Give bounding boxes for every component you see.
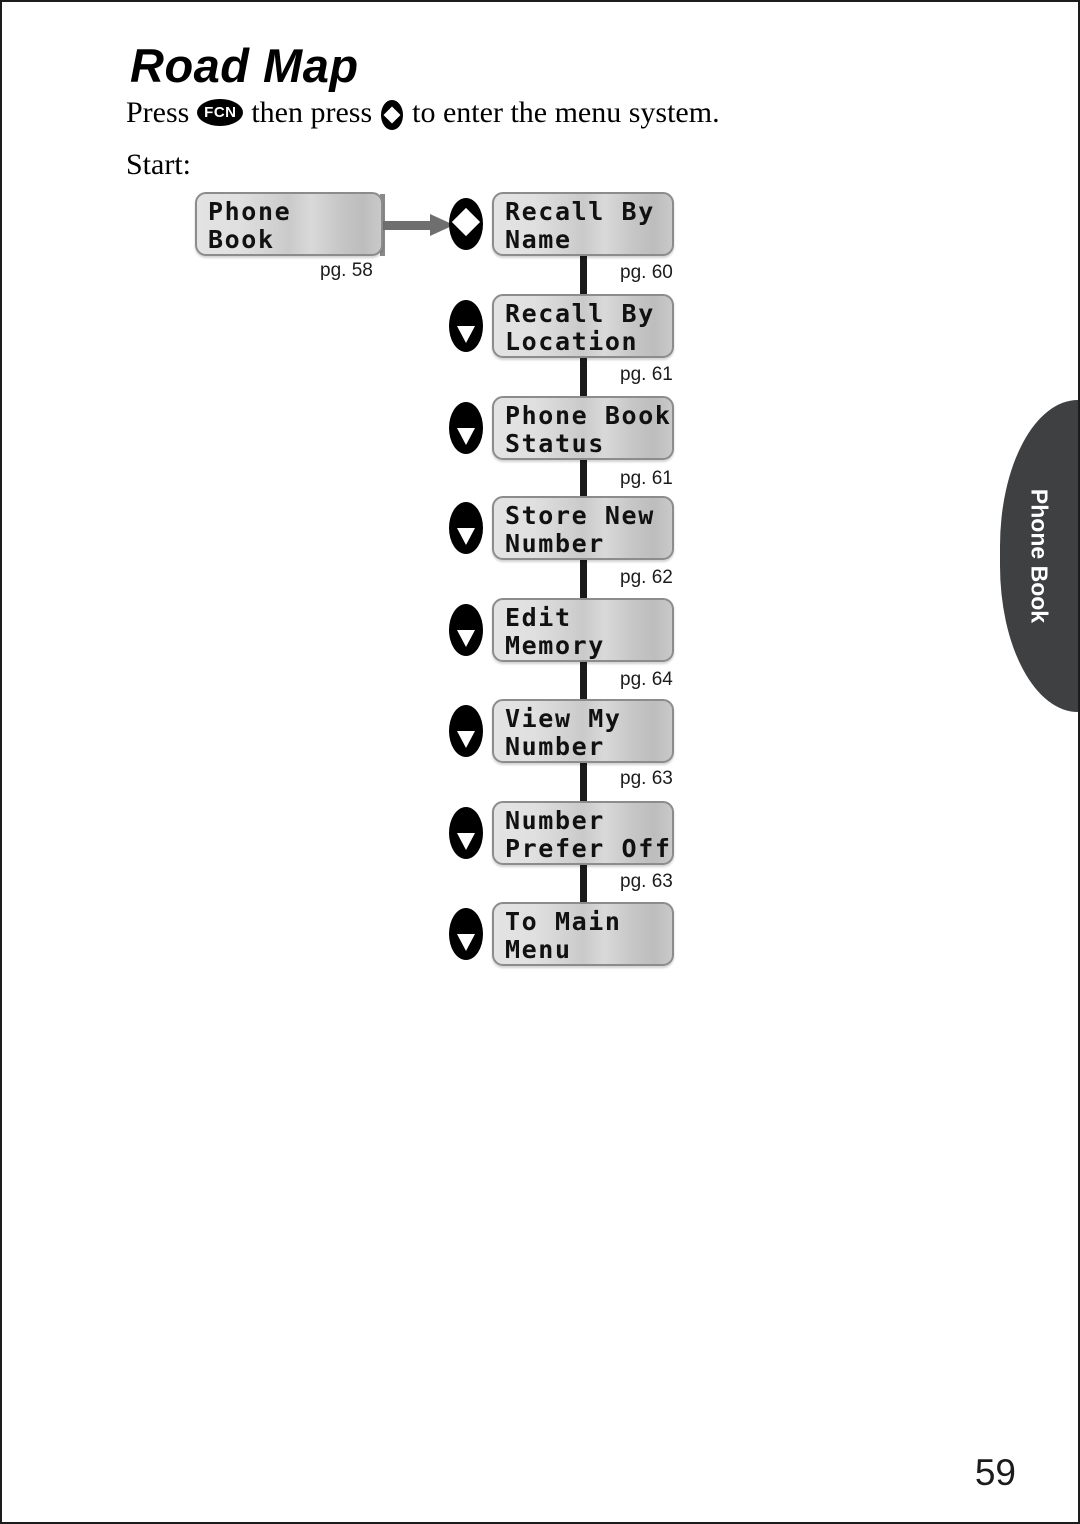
lcd-line-2-text: Location [505,327,639,356]
page-ref-start: pg. 58 [320,260,373,281]
nav-key-down[interactable] [449,908,483,960]
nav-key-diamond[interactable] [449,198,483,250]
book-icon [350,228,372,250]
page-ref-phone-book-status: pg. 61 [620,468,673,489]
instruction-suffix: to enter the menu system. [412,96,720,129]
page-ref-recall-by-location: pg. 61 [620,364,673,385]
lcd-line-1: Edit [505,603,572,632]
start-label: Start: [126,148,191,181]
lcd-line-2: Menu [505,936,663,964]
lcd-screen-store-new-number: Store New Number [492,496,674,560]
nav-key-down[interactable] [449,502,483,554]
nav-key-down[interactable] [449,300,483,352]
lcd-screen-to-main-menu: To Main Menu [492,902,674,966]
book-icon [641,330,663,352]
diamond-key-icon[interactable] [381,100,404,130]
flow-arrow-icon [382,214,454,236]
page-ref-edit-memory: pg. 64 [620,669,673,690]
fcn-key-icon[interactable]: FCN [197,98,244,126]
lcd-screen-phone-book-status: Phone Book Status [492,396,674,460]
lcd-line-2-text: Book [208,225,275,254]
page-ref-recall-by-name: pg. 60 [620,262,673,283]
lcd-line-2: Book [208,226,372,254]
lcd-screen-edit-memory: Edit Memory [492,598,674,662]
page-ref-view-my-number: pg. 63 [620,768,673,789]
nav-key-down[interactable] [449,807,483,859]
lcd-screen-view-my-number: View My Number [492,699,674,763]
lcd-line-1: Number [505,806,605,835]
book-icon [641,837,663,859]
nav-key-down[interactable] [449,705,483,757]
book-icon [641,938,663,960]
lcd-line-2: Memory [505,632,663,660]
lcd-line-2-text: Status [505,429,605,458]
road-map-flow-diagram: Phone Book pg. 58 Recall By Name pg. 60 … [2,2,1078,1522]
lcd-screen-number-prefer-off: Number Prefer Off [492,801,674,865]
book-icon [641,532,663,554]
lcd-line-1: Phone [208,197,292,226]
nav-key-down[interactable] [449,402,483,454]
book-icon [641,228,663,250]
lcd-line-2-text: Name [505,225,572,254]
instruction-prefix: Press [126,96,190,129]
book-icon [641,432,663,454]
lcd-line-2: Number [505,733,663,761]
lcd-line-2-text: Memory [505,631,605,660]
lcd-line-2: Name [505,226,663,254]
lcd-line-1: To Main [505,907,622,936]
instruction-line: Press FCN then press to enter the menu s… [126,96,720,130]
lcd-line-2: Location [505,328,663,356]
instruction-middle: then press [251,96,373,129]
lcd-line-1: View My [505,704,622,733]
page-ref-number-prefer-off: pg. 63 [620,871,673,892]
nav-key-down[interactable] [449,604,483,656]
page-title: Road Map [130,39,359,92]
page-number: 59 [974,1452,1016,1493]
lcd-screen-recall-by-location: Recall By Location [492,294,674,358]
lcd-line-2: Number [505,530,663,558]
book-icon [641,634,663,656]
page-ref-store-new-number: pg. 62 [620,567,673,588]
lcd-line-1: Recall By [505,299,655,328]
lcd-line-1: Recall By [505,197,655,226]
lcd-line-1: Store New [505,501,655,530]
lcd-screen-recall-by-name: Recall By Name [492,192,674,256]
lcd-line-2-text: Number [505,529,605,558]
section-thumb-tab-label: Phone Book [1026,488,1053,624]
lcd-line-2: Status [505,430,663,458]
lcd-screen-start: Phone Book [195,192,383,256]
lcd-line-2-text: Number [505,732,605,761]
lcd-line-2-text: Menu [505,935,572,964]
lcd-line-2: Prefer Off [505,835,670,863]
section-thumb-tab: Phone Book [1000,400,1078,712]
manual-page: Road Map Press FCN then press to enter t… [0,0,1080,1524]
book-icon [641,735,663,757]
lcd-line-1: Phone Book [505,401,672,430]
